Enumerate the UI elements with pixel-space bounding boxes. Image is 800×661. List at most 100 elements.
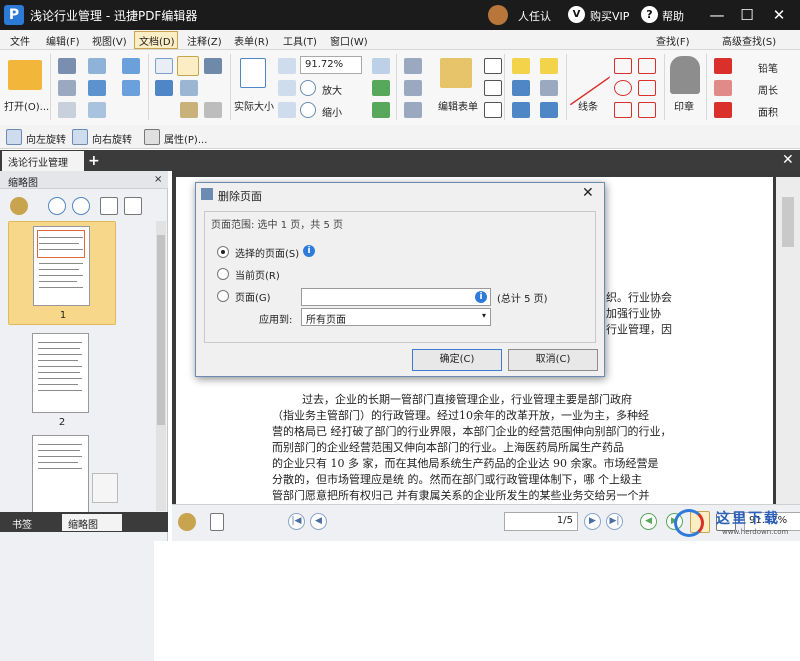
export-icon[interactable] <box>88 102 106 118</box>
pencil-icon[interactable] <box>714 58 732 74</box>
undo-icon[interactable] <box>122 58 140 74</box>
document-scrollbar[interactable] <box>776 177 800 504</box>
zoom-out-label[interactable]: 缩小 <box>322 104 342 119</box>
pages-input[interactable] <box>301 288 491 306</box>
cancel-button[interactable]: 取消(C) <box>508 349 598 371</box>
menu-view[interactable]: 视图(V) <box>92 33 127 48</box>
tab-thumbnails[interactable]: 缩略图 <box>62 514 122 531</box>
dialog-close-icon[interactable]: ✕ <box>582 185 594 201</box>
zoom-input[interactable]: 91.72% <box>300 56 362 74</box>
line-icon[interactable] <box>570 43 610 107</box>
zoom-in-thumb-icon[interactable] <box>48 197 66 215</box>
back-view-icon[interactable]: ◀ <box>640 513 657 530</box>
select-text-icon[interactable] <box>155 80 173 96</box>
thumbnail-3[interactable] <box>8 433 118 513</box>
menu-window[interactable]: 窗口(W) <box>330 33 368 48</box>
print-icon[interactable] <box>58 80 76 96</box>
prev-page-icon[interactable]: ◀ <box>310 513 327 530</box>
menu-tools[interactable]: 工具(T) <box>283 33 317 48</box>
current-page-label[interactable]: 当前页(R) <box>235 267 280 282</box>
rectangle-icon[interactable] <box>614 102 632 118</box>
last-page-icon[interactable]: ▶| <box>606 513 623 530</box>
gear-icon[interactable] <box>10 197 28 215</box>
add-tab-button[interactable]: + <box>88 153 100 169</box>
typewriter-icon[interactable] <box>512 58 530 74</box>
actual-size-label[interactable]: 实际大小 <box>234 98 274 113</box>
area-label[interactable]: 面积 <box>758 104 778 119</box>
page-layout-icon[interactable] <box>210 513 224 531</box>
close-window-button[interactable]: ✕ <box>766 3 792 27</box>
rotate-thumb-left-icon[interactable] <box>100 197 118 215</box>
actual-size-icon[interactable] <box>240 58 266 88</box>
attach-icon[interactable] <box>540 80 558 96</box>
rotate-left-icon[interactable] <box>6 129 22 145</box>
pencil-label[interactable]: 铅笔 <box>758 60 778 75</box>
rotate-left-button[interactable]: 向左旋转 <box>26 131 66 146</box>
link-tool-icon[interactable] <box>404 102 422 118</box>
text-tool-icon[interactable] <box>404 58 422 74</box>
menu-form[interactable]: 表单(R) <box>234 33 269 48</box>
edit-form-label[interactable]: 编辑表单 <box>438 98 478 113</box>
email-icon[interactable] <box>88 58 106 74</box>
fit-width-icon[interactable] <box>278 80 296 96</box>
ellipse-icon[interactable] <box>614 80 632 96</box>
fit-visible-icon[interactable] <box>278 102 296 118</box>
rotate-right-button[interactable]: 向右旋转 <box>92 131 132 146</box>
thumbnail-scrollbar[interactable] <box>156 221 166 511</box>
open-folder-icon[interactable] <box>8 60 42 90</box>
scrollbar-thumb[interactable] <box>782 197 794 247</box>
zoom-in-label[interactable]: 放大 <box>322 82 342 97</box>
apply-to-select[interactable]: 所有页面 ▾ <box>301 308 491 326</box>
clipboard-icon[interactable] <box>180 102 198 118</box>
menu-comment[interactable]: 注释(Z) <box>187 33 222 48</box>
tab-bookmarks[interactable]: 书签 <box>6 514 38 531</box>
settings-gear-icon[interactable] <box>178 513 196 531</box>
vip-icon[interactable]: V <box>568 6 585 23</box>
find-button[interactable]: 查找(F) <box>656 33 690 48</box>
user-avatar-icon[interactable] <box>488 5 508 25</box>
zoom-in-icon[interactable] <box>300 80 316 96</box>
advanced-find-button[interactable]: 高级查找(S) <box>722 33 776 48</box>
select-area-icon[interactable] <box>180 80 198 96</box>
maximize-button[interactable]: ☐ <box>734 3 760 27</box>
help-button[interactable]: 帮助 <box>662 8 684 24</box>
underline-icon[interactable] <box>512 80 530 96</box>
form-checkbox-icon[interactable] <box>484 102 502 118</box>
page-number-input[interactable]: 1/5 <box>504 512 578 531</box>
menu-document[interactable]: 文档(D) <box>139 33 175 48</box>
close-tab-icon[interactable]: ✕ <box>782 152 794 168</box>
form-field-icon[interactable] <box>484 58 502 74</box>
radio-selected-pages[interactable] <box>217 246 229 258</box>
new-doc-icon[interactable] <box>58 102 76 118</box>
arrow-icon[interactable] <box>614 58 632 74</box>
panel-close-icon[interactable]: × <box>154 174 162 185</box>
form-text-icon[interactable] <box>484 80 502 96</box>
ok-button[interactable]: 确定(C) <box>412 349 502 371</box>
stamp-icon[interactable] <box>670 56 700 94</box>
fit-page-icon[interactable] <box>278 58 296 74</box>
zoom-tool-icon[interactable] <box>372 58 390 74</box>
save-icon[interactable] <box>58 58 76 74</box>
zoom-out-icon[interactable] <box>300 102 316 118</box>
strikeout-icon[interactable] <box>512 102 530 118</box>
buy-vip-button[interactable]: 购买VIP <box>590 8 629 24</box>
lines-label[interactable]: 线条 <box>578 98 598 113</box>
polyline-icon[interactable] <box>638 80 656 96</box>
menu-edit[interactable]: 编辑(F) <box>46 33 80 48</box>
selected-pages-label[interactable]: 选择的页面(S) <box>235 245 299 260</box>
open-button-label[interactable]: 打开(O)... <box>4 98 49 113</box>
radio-current-page[interactable] <box>217 268 229 280</box>
eraser-icon[interactable] <box>714 80 732 96</box>
redo-icon[interactable] <box>122 80 140 96</box>
radio-pages[interactable] <box>217 290 229 302</box>
image-tool-icon[interactable] <box>404 80 422 96</box>
hand-tool-icon[interactable] <box>177 56 199 76</box>
snapshot-icon[interactable] <box>204 58 222 74</box>
pages-label[interactable]: 页面(G) <box>235 289 271 304</box>
tab-document[interactable]: 浅论行业管理 <box>2 151 84 171</box>
edit-form-icon[interactable] <box>440 58 472 88</box>
area-icon[interactable] <box>714 102 732 118</box>
zoom-out-thumb-icon[interactable] <box>72 197 90 215</box>
scrollbar-thumb[interactable] <box>157 235 165 425</box>
thumbnail-1[interactable]: 1 <box>8 221 116 325</box>
